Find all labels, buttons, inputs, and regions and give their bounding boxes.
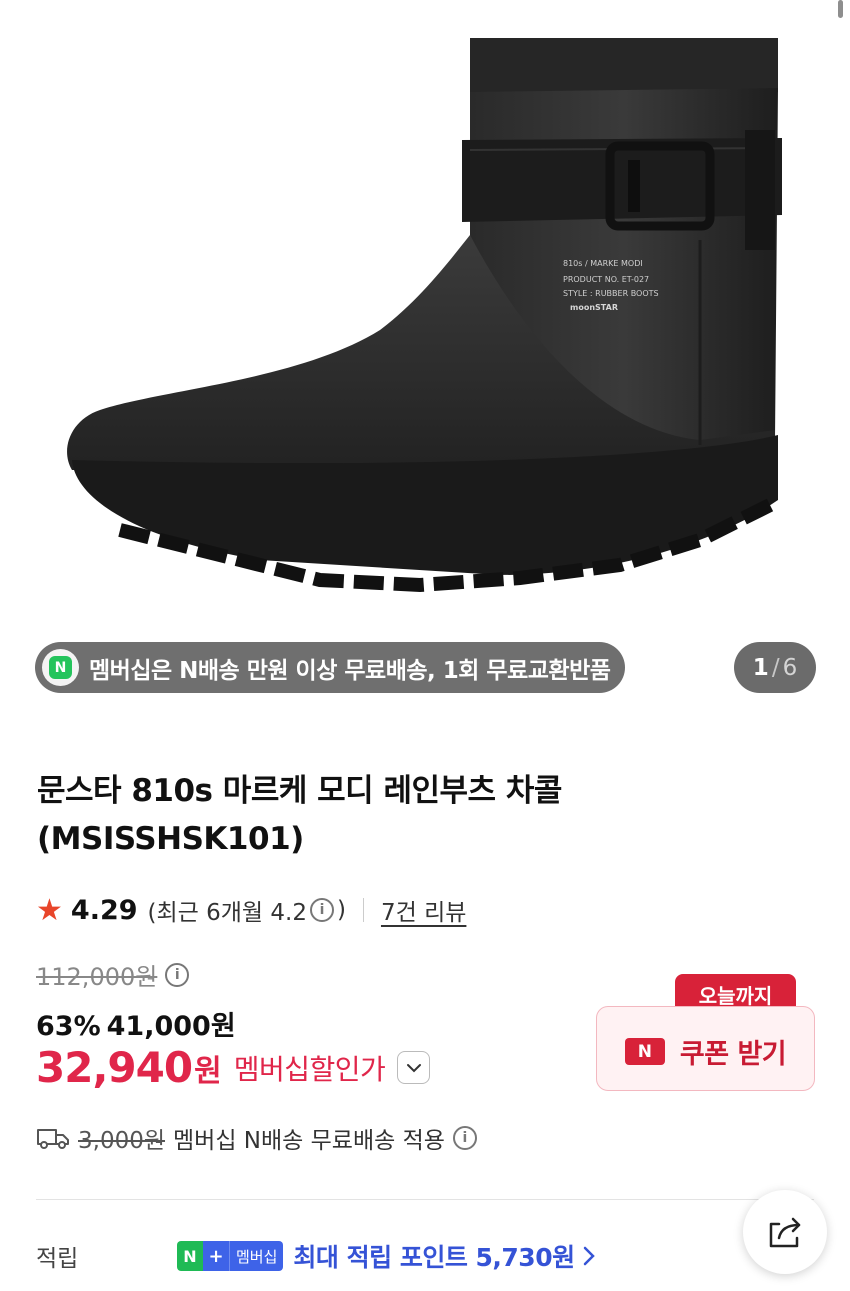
membership-promo-text: 멤버십은 N배송 만원 이상 무료배송, 1회 무료교환반품	[89, 657, 611, 684]
info-icon[interactable]: i	[452, 1126, 477, 1150]
badge-n: N	[177, 1241, 203, 1271]
boot-print-line2: PRODUCT NO. ET-027	[563, 275, 649, 284]
original-price-row: 112,000원 i	[36, 957, 192, 992]
info-icon[interactable]: i	[309, 898, 334, 922]
sale-price: 41,000원	[106, 1011, 236, 1042]
membership-promo-banner[interactable]: N 멤버십은 N배송 만원 이상 무료배송, 1회 무료교환반품	[35, 642, 625, 693]
price-detail-toggle[interactable]	[397, 1051, 431, 1084]
pager-current: 1	[752, 654, 769, 681]
divider-bar	[362, 898, 364, 922]
boot-print-brand: moonSTAR	[570, 303, 618, 312]
recent-rating-suffix: )	[336, 897, 346, 923]
section-divider	[36, 1199, 814, 1200]
chevron-right-icon	[583, 1246, 595, 1266]
product-photo-boot: 810s / MARKE MODI PRODUCT NO. ET-027 STY…	[67, 38, 782, 593]
rating-row: ★ 4.29 (최근 6개월 4.2 i ) 7건 리뷰	[36, 890, 466, 930]
recent-rating: (최근 6개월 4.2 i )	[148, 893, 346, 927]
naver-plus-membership-badge: N + 멤버십	[177, 1241, 284, 1271]
pager-separator: /	[771, 654, 780, 681]
coupon-button-label: 쿠폰 받기	[679, 1039, 787, 1070]
points-row[interactable]: 적립 N + 멤버십 최대 적립 포인트 5,730원	[36, 1234, 736, 1278]
member-price-unit: 원	[194, 1053, 222, 1089]
naver-n-logo-icon: N	[42, 649, 79, 686]
chevron-down-icon	[406, 1063, 421, 1072]
sale-price-row: 63% 41,000원	[36, 1004, 236, 1043]
recent-rating-prefix: (최근 6개월 4.2	[147, 900, 307, 926]
member-price: 32,940	[36, 1043, 193, 1092]
points-label: 적립	[36, 1246, 79, 1272]
member-price-label: 멤버십할인가	[233, 1052, 386, 1086]
truck-icon	[37, 1129, 69, 1149]
product-image-carousel[interactable]: 810s / MARKE MODI PRODUCT NO. ET-027 STY…	[0, 0, 850, 712]
discount-rate: 63%	[36, 1011, 101, 1042]
image-pager: 1 / 6	[734, 642, 816, 693]
shipping-text: 멤버십 N배송 무료배송 적용	[173, 1128, 445, 1154]
rating-score: 4.29	[70, 894, 138, 926]
product-title: 문스타 810s 마르케 모디 레인부츠 차콜 (MSISSHSK101)	[37, 773, 562, 857]
boot-print-line1: 810s / MARKE MODI	[563, 259, 643, 268]
original-price: 112,000원	[36, 963, 158, 991]
naver-n-coupon-icon: N	[624, 1038, 665, 1065]
info-icon[interactable]: i	[165, 962, 190, 987]
coupon-download-button[interactable]: N 쿠폰 받기	[596, 1006, 815, 1091]
pager-total: 6	[782, 654, 798, 681]
member-price-row: 32,940 원 멤버십할인가	[36, 1043, 431, 1092]
badge-membership: 멤버십	[229, 1241, 284, 1271]
shipping-row: 3,000원 멤버십 N배송 무료배송 적용 i	[36, 1121, 480, 1155]
star-icon: ★	[36, 892, 63, 928]
max-points-value: 최대 적립 포인트 5,730원	[293, 1243, 575, 1272]
reviews-link[interactable]: 7건 리뷰	[381, 893, 466, 927]
naver-n-logo-letter: N	[49, 656, 72, 679]
badge-plus: +	[203, 1241, 229, 1271]
boot-print-line3: STYLE : RUBBER BOOTS	[563, 289, 659, 298]
share-icon	[769, 1217, 801, 1248]
shipping-fee: 3,000원	[78, 1128, 166, 1154]
share-button[interactable]	[743, 1190, 827, 1274]
page-scrollbar[interactable]	[838, 0, 843, 18]
